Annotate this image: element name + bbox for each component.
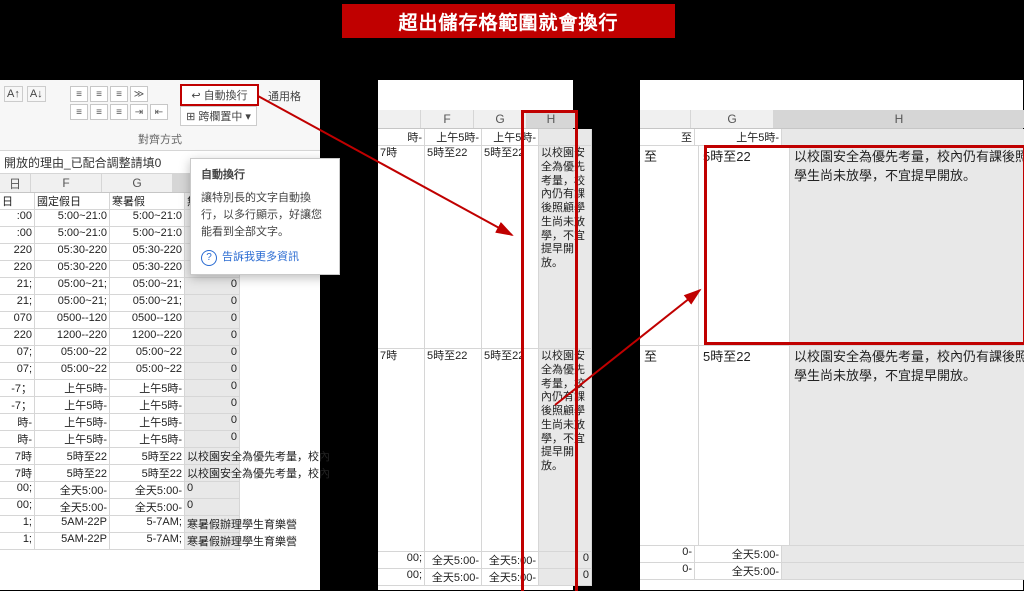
indent-buttons[interactable]: ≫ ⇥⇤ — [130, 86, 168, 122]
title-banner: 超出儲存格範圍就會換行 — [342, 4, 675, 38]
help-icon: ? — [201, 250, 217, 266]
merge-icon: ⊞ — [186, 110, 195, 123]
alignment-buttons[interactable]: ≡≡≡ ≡≡≡ — [70, 86, 128, 122]
panel-right: G H 至上午5時-0至5時至22以校園安全為優先考量，校內仍有課後照顧學生尚未… — [640, 80, 1023, 590]
ribbon-group-label: 對齊方式 — [0, 131, 320, 147]
wrap-text-icon: ↩ — [191, 89, 200, 102]
number-format-label: 通用格 — [268, 88, 301, 104]
panel-middle: F G H 時-上午5時-上午5時-7時5時至225時至22以校園安全為優先考量… — [378, 80, 573, 590]
ribbon: A↑A↓ ≡≡≡ ≡≡≡ ≫ ⇥⇤ ↩ 自動換行 ⊞ 跨欄置中 ▾ 通用格 對齊… — [0, 80, 320, 151]
wrap-text-label: 自動換行 — [204, 87, 248, 103]
column-headers-p3[interactable]: G H — [640, 110, 1023, 129]
column-headers-p2[interactable]: F G H — [378, 110, 573, 129]
wrap-text-button[interactable]: ↩ 自動換行 — [180, 84, 259, 106]
merge-label: 跨欄置中 — [198, 108, 242, 124]
formula-value: 開放的理由_已配合調整請填0 — [4, 154, 161, 171]
panel-left: A↑A↓ ≡≡≡ ≡≡≡ ≫ ⇥⇤ ↩ 自動換行 ⊞ 跨欄置中 ▾ 通用格 對齊… — [0, 80, 320, 590]
tooltip-more-link[interactable]: ? 告訴我更多資訊 — [201, 249, 329, 266]
tooltip-body: 讓特別長的文字自動換行，以多行顯示，好讓您能看到全部文字。 — [201, 190, 329, 241]
tooltip-title: 自動換行 — [201, 167, 329, 184]
wrap-tooltip: 自動換行 讓特別長的文字自動換行，以多行顯示，好讓您能看到全部文字。 ? 告訴我… — [190, 158, 340, 275]
font-size-controls[interactable]: A↑A↓ — [4, 86, 46, 102]
merge-center-button[interactable]: ⊞ 跨欄置中 ▾ — [180, 106, 257, 126]
grid-p3[interactable]: 至上午5時-0至5時至22以校園安全為優先考量，校內仍有課後照顧學生尚未放學，不… — [640, 129, 1023, 580]
grid-p2[interactable]: 時-上午5時-上午5時-7時5時至225時至22以校園安全為優先考量，校內仍有課… — [378, 129, 573, 586]
